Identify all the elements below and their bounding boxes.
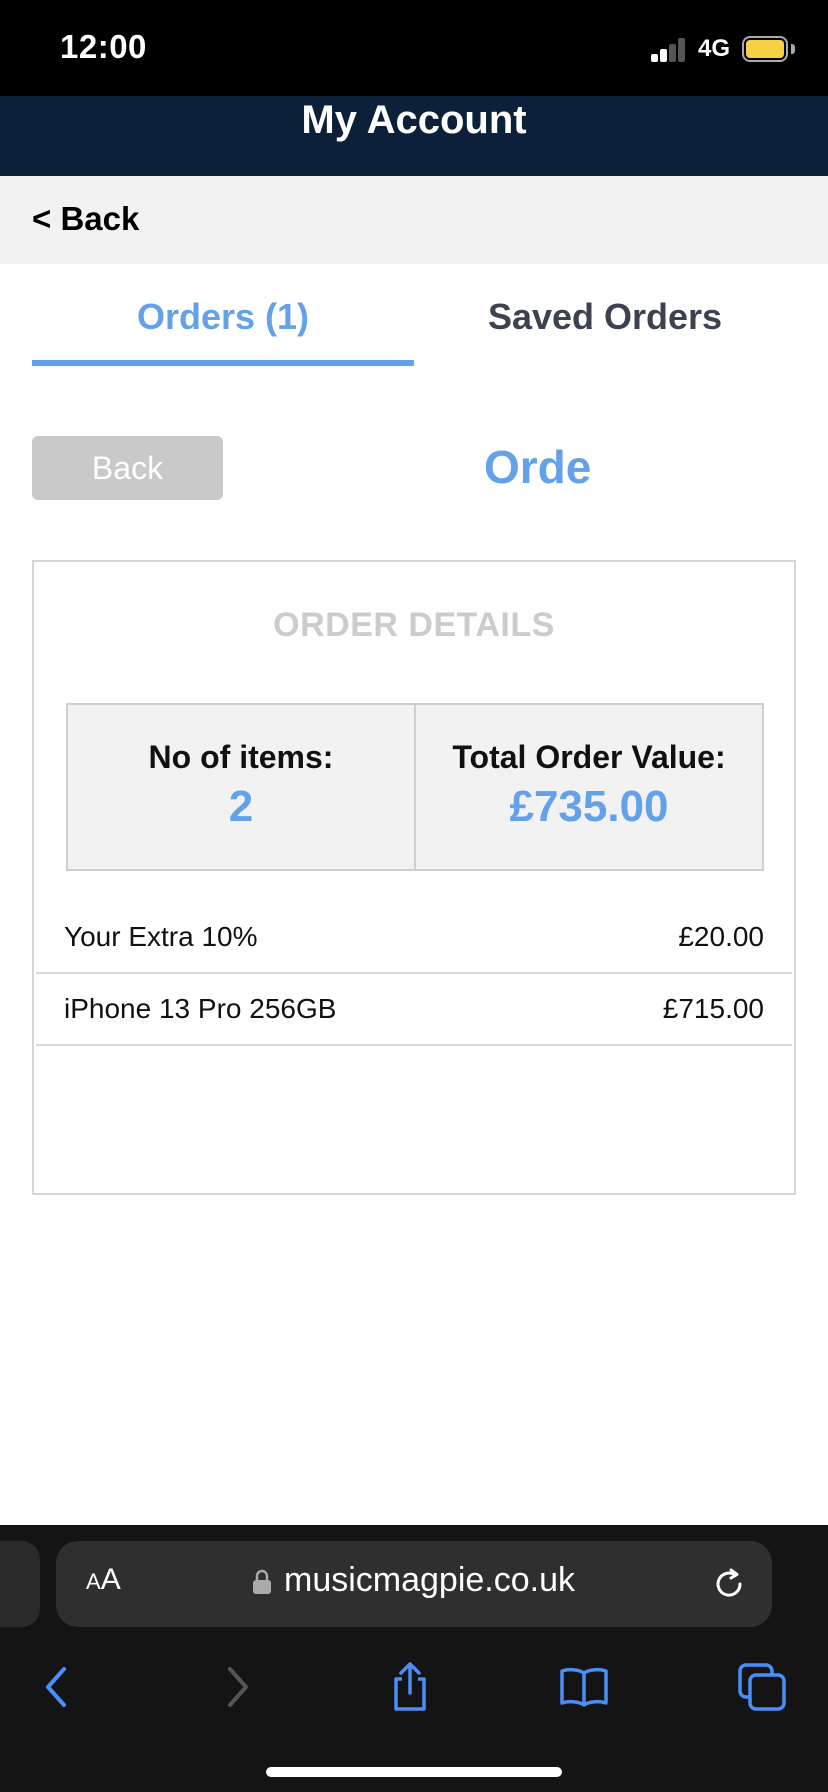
items-count-value: 2 — [228, 782, 254, 831]
tab-saved-orders[interactable]: Saved Orders — [414, 264, 796, 366]
url-text[interactable]: musicmagpie.co.uk — [284, 1561, 575, 1600]
total-value-cell: Total Order Value: £735.00 — [414, 705, 762, 869]
line-items-list: Your Extra 10% £20.00 iPhone 13 Pro 256G… — [36, 902, 792, 1046]
back-bar: < Back — [0, 176, 828, 264]
tab-orders[interactable]: Orders (1) — [32, 264, 414, 366]
status-bar: 12:00 4G — [0, 0, 828, 96]
reload-icon[interactable] — [710, 1565, 748, 1603]
order-heading: Orde — [484, 441, 592, 493]
bookmarks-icon[interactable] — [558, 1661, 610, 1713]
order-details-title: ORDER DETAILS — [273, 606, 555, 644]
address-bar[interactable]: AA musicmagpie.co.uk — [56, 1541, 772, 1627]
previous-tab-peek[interactable] — [0, 1541, 40, 1627]
browser-toolbar — [0, 1645, 828, 1725]
back-link[interactable]: < Back — [32, 200, 139, 238]
order-tabs: Orders (1) Saved Orders — [32, 264, 796, 366]
page-title: My Account — [301, 98, 527, 142]
order-summary: No of items: 2 Total Order Value: £735.0… — [66, 703, 764, 871]
signal-icon — [651, 38, 689, 62]
line-item-name: Your Extra 10% — [64, 921, 258, 952]
total-value-amount: £735.00 — [509, 782, 669, 831]
status-time: 12:00 — [60, 28, 147, 65]
browser-bar: AA musicmagpie.co.uk — [0, 1525, 828, 1792]
order-details-card: ORDER DETAILS No of items: 2 Total Order… — [32, 560, 796, 1195]
page-header: My Account — [0, 96, 828, 176]
line-item: Your Extra 10% £20.00 — [36, 902, 792, 974]
items-count-label: No of items: — [148, 739, 334, 775]
tabs-icon[interactable] — [736, 1661, 788, 1713]
home-indicator — [266, 1767, 562, 1777]
line-item: iPhone 13 Pro 256GB £715.00 — [36, 974, 792, 1046]
lock-icon — [253, 1569, 271, 1594]
line-item-name: iPhone 13 Pro 256GB — [64, 993, 337, 1024]
reader-options-button[interactable]: AA — [86, 1563, 121, 1597]
share-icon[interactable] — [384, 1661, 436, 1713]
battery-nub — [791, 44, 795, 54]
line-item-price: £20.00 — [678, 921, 764, 952]
total-value-label: Total Order Value: — [452, 739, 726, 775]
battery-icon — [742, 36, 788, 62]
back-icon[interactable] — [32, 1661, 84, 1713]
network-label: 4G — [698, 35, 731, 62]
forward-icon[interactable] — [210, 1661, 262, 1713]
back-button[interactable]: Back — [32, 436, 223, 500]
items-count-cell: No of items: 2 — [68, 705, 414, 869]
line-item-price: £715.00 — [662, 993, 764, 1024]
